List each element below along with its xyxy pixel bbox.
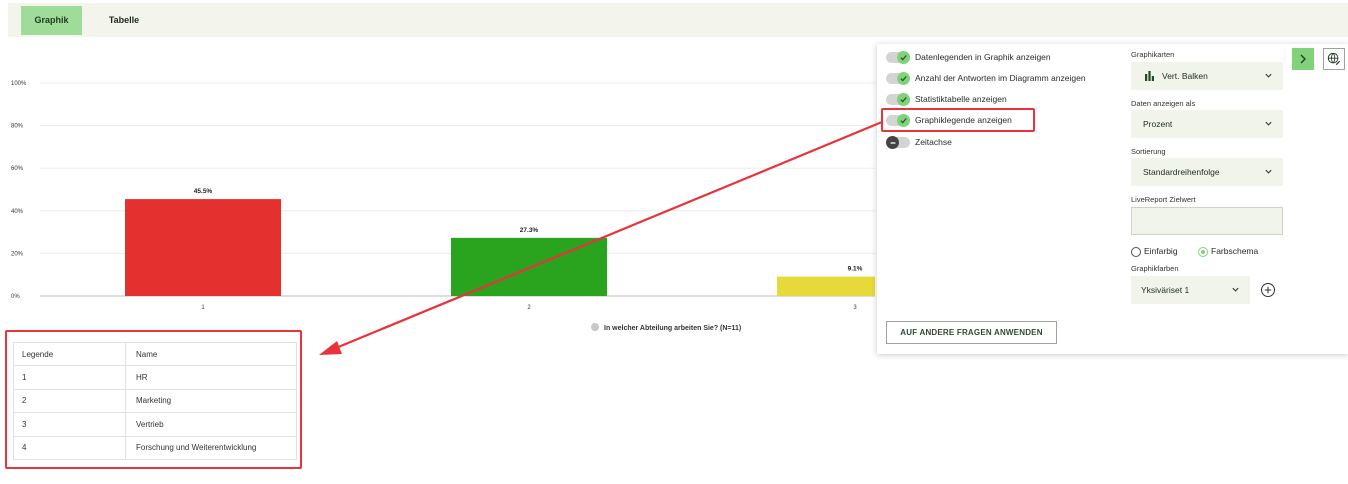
annotation-arrow-line: [335, 120, 883, 350]
annotation-arrow-head: [319, 341, 342, 355]
annotation-arrow: [319, 120, 883, 355]
